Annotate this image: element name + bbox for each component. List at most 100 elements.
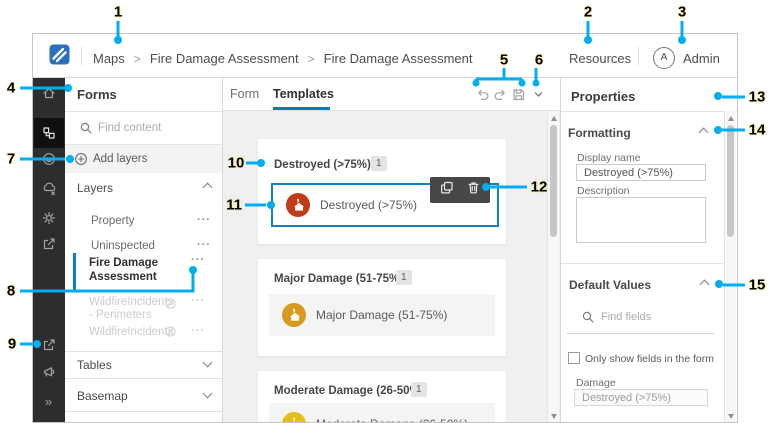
launch-icon[interactable] bbox=[34, 330, 64, 360]
major-damage-symbol-icon bbox=[282, 303, 306, 327]
annotated-screenshot: Maps > Fire Damage Assessment > Fire Damage … bbox=[0, 0, 773, 423]
not-supported-icon bbox=[164, 297, 177, 315]
callout-1: 1 bbox=[113, 3, 123, 21]
form-canvas: Form Templates Destroyed (>75%) 1 Destro… bbox=[223, 78, 561, 422]
collapse-default-values-icon[interactable] bbox=[699, 279, 710, 290]
moderate-damage-symbol-icon bbox=[282, 412, 306, 422]
overflow-menu-icon[interactable]: ··· bbox=[191, 254, 205, 266]
description-label: Description bbox=[577, 185, 630, 197]
template-group-title: Moderate Damage (26-50%) bbox=[274, 385, 424, 397]
tables-section-header[interactable]: Tables bbox=[65, 352, 222, 378]
only-show-fields-label: Only show fields in the form bbox=[585, 353, 714, 365]
esri-logo bbox=[49, 44, 70, 70]
save-icon[interactable] bbox=[510, 86, 526, 102]
callout-3: 3 bbox=[677, 3, 687, 21]
resources-link[interactable]: Resources bbox=[569, 51, 631, 66]
sharing-icon[interactable] bbox=[34, 229, 64, 259]
template-count-badge: 1 bbox=[396, 270, 412, 285]
breadcrumb-item-form: Fire Damage Assessment bbox=[323, 51, 473, 66]
breadcrumb: Maps > Fire Damage Assessment > Fire Damage … bbox=[93, 51, 473, 66]
callout-14: 14 bbox=[748, 121, 766, 139]
canvas-tabbar: Form Templates bbox=[223, 78, 560, 111]
selected-indicator bbox=[73, 253, 76, 290]
callout-5: 5 bbox=[499, 51, 509, 69]
scrollbar-thumb[interactable] bbox=[550, 125, 557, 237]
chevron-up-icon bbox=[202, 182, 213, 193]
find-content-input[interactable] bbox=[96, 121, 210, 135]
properties-scrollbar[interactable] bbox=[724, 111, 736, 422]
layer-row-property[interactable]: Property ··· bbox=[65, 210, 222, 234]
callout-15: 15 bbox=[748, 276, 766, 294]
callout-7: 7 bbox=[6, 150, 16, 168]
template-count-badge: 1 bbox=[371, 156, 387, 171]
canvas-scrollbar[interactable] bbox=[547, 111, 559, 422]
template-group-title: Major Damage (51-75%) bbox=[274, 273, 404, 285]
description-input[interactable] bbox=[576, 197, 706, 243]
duplicate-icon[interactable] bbox=[439, 180, 454, 200]
formatting-section-title: Formatting bbox=[568, 126, 631, 140]
offline-icon[interactable] bbox=[34, 173, 64, 203]
only-show-fields-checkbox[interactable] bbox=[568, 352, 580, 364]
callout-12: 12 bbox=[530, 178, 548, 196]
user-menu[interactable]: Admin bbox=[683, 51, 720, 66]
callout-9: 9 bbox=[7, 335, 17, 353]
template-hover-toolbar bbox=[430, 177, 490, 203]
delete-icon[interactable] bbox=[466, 180, 481, 200]
search-icon bbox=[581, 310, 595, 329]
callout-8: 8 bbox=[6, 282, 16, 300]
breadcrumb-item-map[interactable]: Fire Damage Assessment bbox=[150, 51, 299, 66]
basemap-section-header[interactable]: Basemap bbox=[65, 379, 222, 411]
breadcrumb-item-maps[interactable]: Maps bbox=[93, 51, 125, 66]
app-window: Maps > Fire Damage Assessment > Fire Damage … bbox=[32, 33, 738, 423]
home-icon[interactable] bbox=[34, 78, 64, 108]
chevron-down-icon bbox=[202, 388, 213, 399]
template-card-major[interactable]: Major Damage (51-75%) bbox=[269, 294, 495, 336]
scroll-down-icon[interactable] bbox=[727, 414, 734, 419]
chevron-down-icon[interactable] bbox=[530, 86, 546, 102]
template-group-major: Major Damage (51-75%) 1 Major Damage (51… bbox=[258, 259, 506, 356]
layer-row-fire-damage-assessment[interactable]: Fire Damage Assessment ··· bbox=[65, 252, 222, 291]
layers-section-header[interactable]: Layers bbox=[65, 173, 222, 201]
tab-templates[interactable]: Templates bbox=[273, 87, 334, 101]
properties-panel-title: Properties bbox=[571, 89, 636, 104]
tab-form[interactable]: Form bbox=[230, 87, 259, 101]
find-fields-input[interactable] bbox=[599, 310, 703, 324]
display-name-input[interactable] bbox=[576, 164, 706, 181]
template-card-moderate[interactable]: Moderate Damage (26-50%) bbox=[269, 403, 495, 422]
display-name-label: Display name bbox=[577, 152, 641, 164]
nav-sidebar: » bbox=[33, 78, 65, 422]
default-values-section-title: Default Values bbox=[569, 278, 652, 292]
collapse-formatting-icon[interactable] bbox=[698, 127, 709, 138]
overflow-menu-icon[interactable]: ··· bbox=[191, 325, 205, 337]
overflow-menu-icon[interactable]: ··· bbox=[191, 295, 205, 307]
layer-row-wildfire-incidents[interactable]: WildfireIncidents ··· bbox=[65, 322, 222, 346]
feedback-icon[interactable] bbox=[34, 357, 64, 387]
geofences-icon[interactable] bbox=[34, 144, 64, 174]
forms-panel: Forms Add layers Layers Property ··· bbox=[65, 78, 223, 422]
callout-4: 4 bbox=[6, 79, 16, 97]
forms-panel-title: Forms bbox=[77, 87, 117, 102]
overflow-menu-icon[interactable]: ··· bbox=[197, 214, 211, 226]
app-header: Maps > Fire Damage Assessment > Fire Damage … bbox=[33, 34, 737, 78]
active-tab-underline bbox=[273, 107, 330, 110]
not-supported-icon bbox=[164, 325, 177, 343]
scroll-up-icon[interactable] bbox=[550, 116, 557, 121]
scroll-up-icon[interactable] bbox=[727, 116, 734, 121]
overflow-menu-icon[interactable]: ··· bbox=[197, 239, 211, 251]
redo-icon[interactable] bbox=[492, 86, 508, 102]
damage-field-input[interactable] bbox=[574, 389, 708, 406]
template-label: Destroyed (>75%) bbox=[320, 198, 418, 212]
scroll-down-icon[interactable] bbox=[550, 414, 557, 419]
callout-2: 2 bbox=[583, 3, 593, 21]
undo-icon[interactable] bbox=[474, 86, 490, 102]
template-group-destroyed: Destroyed (>75%) 1 Destroyed (>75%) bbox=[258, 139, 506, 244]
header-divider bbox=[81, 47, 82, 65]
collapse-sidebar-icon[interactable]: » bbox=[34, 386, 64, 416]
scrollbar-thumb[interactable] bbox=[727, 125, 734, 237]
avatar[interactable]: A bbox=[653, 47, 675, 69]
damage-field-label: Damage bbox=[576, 377, 616, 389]
header-divider bbox=[638, 47, 639, 65]
template-count-badge: 1 bbox=[411, 382, 427, 397]
add-layers-button[interactable]: Add layers bbox=[65, 145, 222, 173]
callout-13: 13 bbox=[748, 88, 766, 106]
